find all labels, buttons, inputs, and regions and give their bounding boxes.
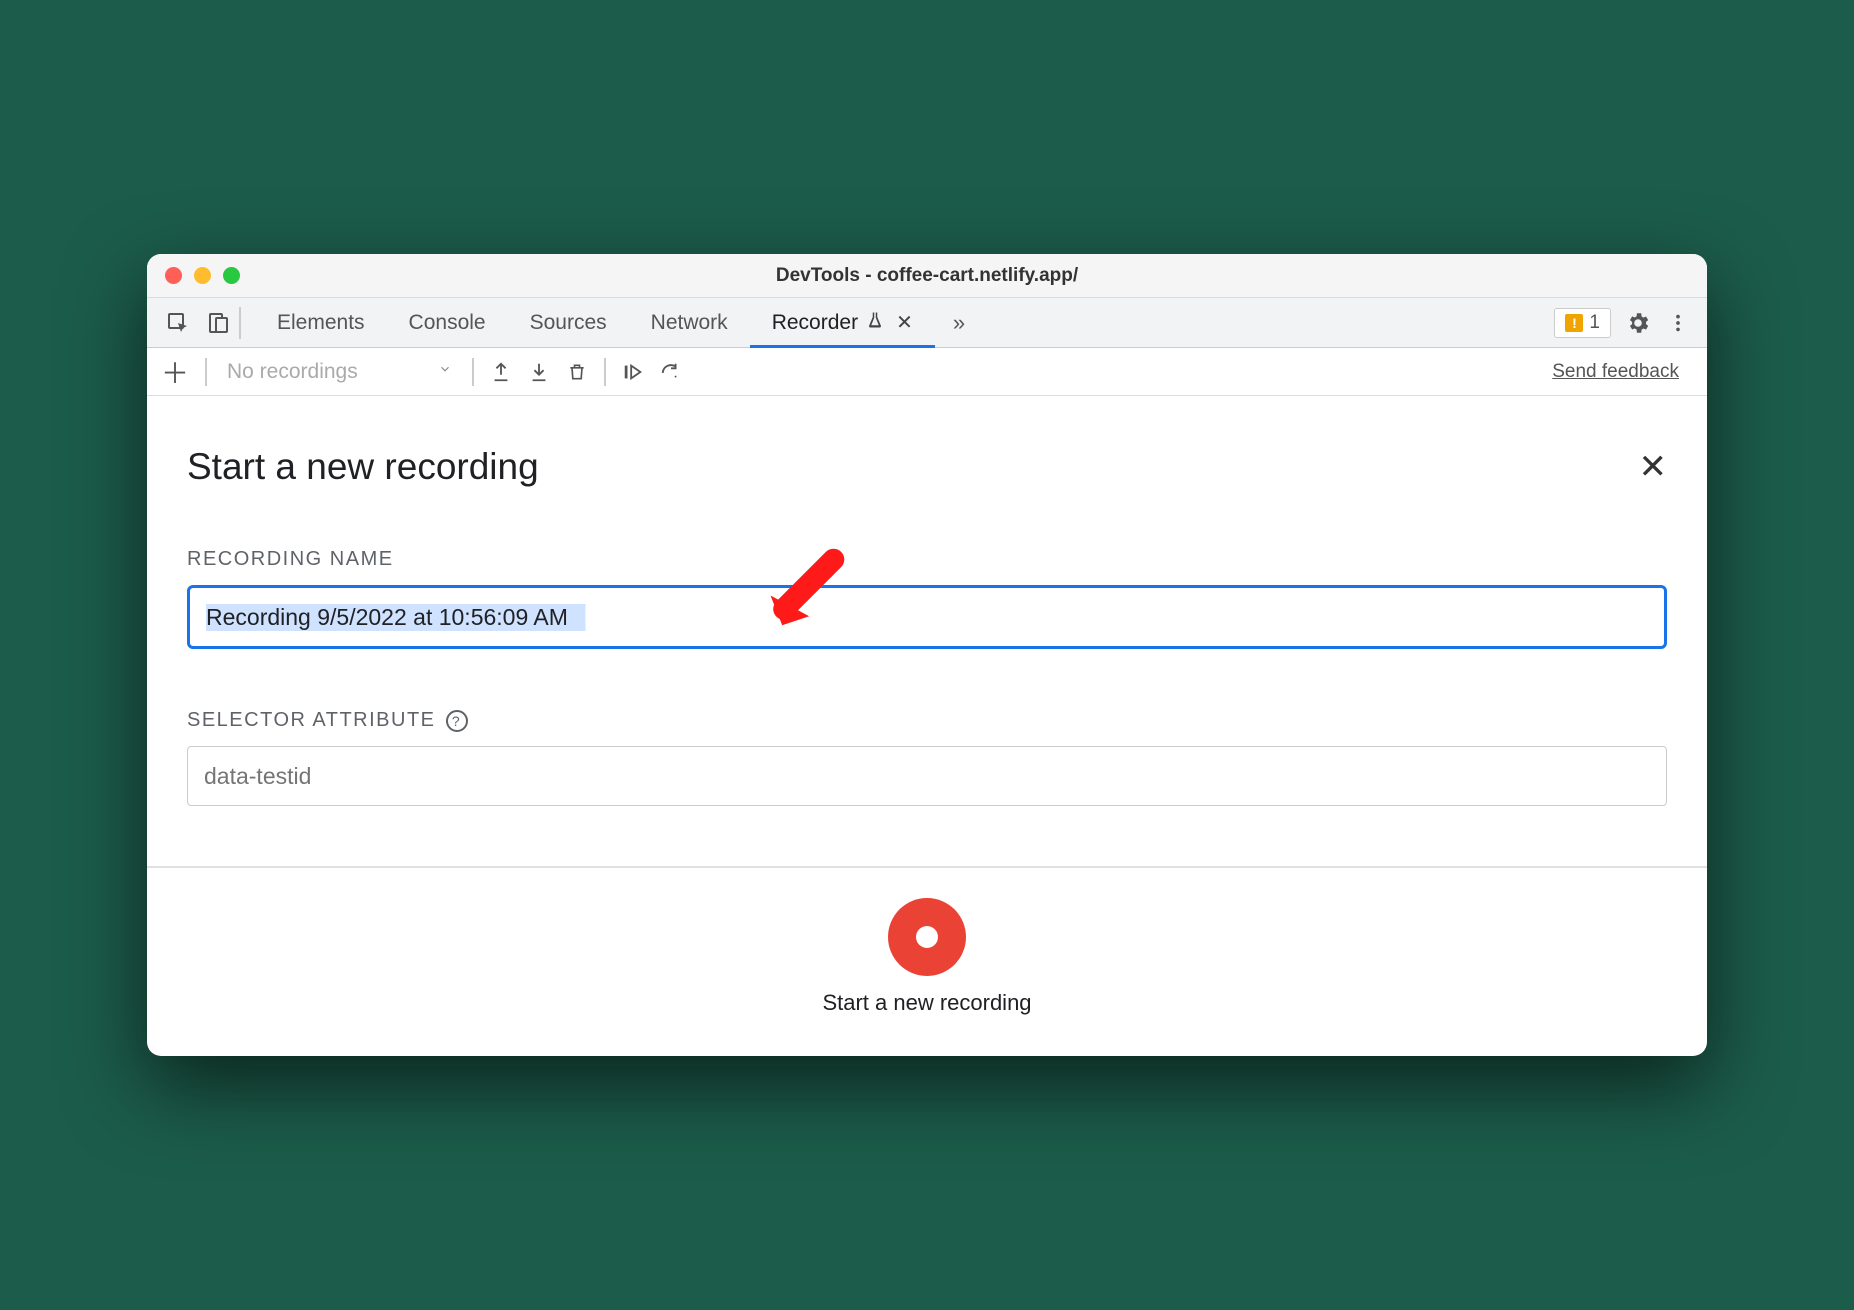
window-title: DevTools - coffee-cart.netlify.app/ bbox=[147, 265, 1707, 287]
recording-name-input-wrap bbox=[187, 585, 1667, 649]
maximize-window-button[interactable] bbox=[223, 267, 240, 284]
issues-badge[interactable]: ! 1 bbox=[1554, 308, 1611, 338]
devtools-tabstrip: Elements Console Sources Network Recorde… bbox=[147, 298, 1707, 348]
recorder-toolbar: ＋ No recordings Send feedback bbox=[147, 348, 1707, 396]
tabstrip-right-controls: ! 1 bbox=[1554, 308, 1697, 338]
selector-attribute-label-text: SELECTOR ATTRIBUTE bbox=[187, 709, 436, 732]
recordings-dropdown[interactable]: No recordings bbox=[219, 360, 460, 384]
recording-name-input[interactable] bbox=[206, 604, 1648, 631]
dropdown-placeholder: No recordings bbox=[227, 360, 358, 384]
page-title: Start a new recording bbox=[187, 446, 539, 488]
devtools-window: DevTools - coffee-cart.netlify.app/ Elem… bbox=[147, 254, 1707, 1056]
tab-recorder[interactable]: Recorder ✕ bbox=[750, 298, 935, 347]
selector-attribute-label: SELECTOR ATTRIBUTE ? bbox=[187, 709, 1667, 732]
help-icon[interactable]: ? bbox=[446, 710, 468, 732]
panel-tabs: Elements Console Sources Network Recorde… bbox=[255, 298, 935, 347]
warning-icon: ! bbox=[1565, 314, 1583, 332]
tab-network[interactable]: Network bbox=[629, 298, 750, 347]
selector-attribute-input[interactable] bbox=[204, 763, 1650, 790]
delete-icon[interactable] bbox=[562, 361, 592, 383]
replay-settings-icon[interactable] bbox=[656, 361, 686, 383]
recording-name-label: RECORDING NAME bbox=[187, 548, 1667, 571]
recorder-main-panel: Start a new recording ✕ RECORDING NAME S… bbox=[147, 396, 1707, 806]
more-tabs-button[interactable]: » bbox=[935, 310, 983, 336]
start-recording-button[interactable] bbox=[888, 898, 966, 976]
recorder-footer: Start a new recording bbox=[147, 866, 1707, 1056]
issues-count: 1 bbox=[1589, 312, 1600, 334]
tab-sources[interactable]: Sources bbox=[508, 298, 629, 347]
toggle-device-icon[interactable] bbox=[205, 310, 231, 336]
tab-label: Network bbox=[651, 311, 728, 335]
chevron-down-icon bbox=[438, 362, 452, 381]
tab-label: Elements bbox=[277, 311, 365, 335]
tab-label: Recorder bbox=[772, 311, 858, 335]
send-feedback-link[interactable]: Send feedback bbox=[1552, 361, 1697, 383]
close-panel-icon[interactable]: ✕ bbox=[1639, 447, 1668, 487]
new-recording-button[interactable]: ＋ bbox=[157, 354, 193, 390]
close-window-button[interactable] bbox=[165, 267, 182, 284]
divider bbox=[472, 358, 474, 386]
import-icon[interactable] bbox=[524, 361, 554, 383]
settings-icon[interactable] bbox=[1625, 310, 1651, 336]
export-icon[interactable] bbox=[486, 361, 516, 383]
window-titlebar: DevTools - coffee-cart.netlify.app/ bbox=[147, 254, 1707, 298]
tab-console[interactable]: Console bbox=[387, 298, 508, 347]
start-recording-label: Start a new recording bbox=[822, 990, 1031, 1016]
replay-icon[interactable] bbox=[618, 361, 648, 383]
tab-label: Sources bbox=[530, 311, 607, 335]
divider bbox=[205, 358, 207, 386]
tab-label: Console bbox=[409, 311, 486, 335]
selector-attribute-input-wrap bbox=[187, 746, 1667, 806]
flask-icon bbox=[866, 311, 884, 335]
divider bbox=[604, 358, 606, 386]
select-element-icon[interactable] bbox=[165, 310, 191, 336]
kebab-menu-icon[interactable] bbox=[1665, 310, 1691, 336]
tab-elements[interactable]: Elements bbox=[255, 298, 387, 347]
close-tab-icon[interactable]: ✕ bbox=[896, 310, 913, 335]
inspect-group bbox=[157, 307, 241, 339]
traffic-lights bbox=[147, 267, 240, 284]
minimize-window-button[interactable] bbox=[194, 267, 211, 284]
